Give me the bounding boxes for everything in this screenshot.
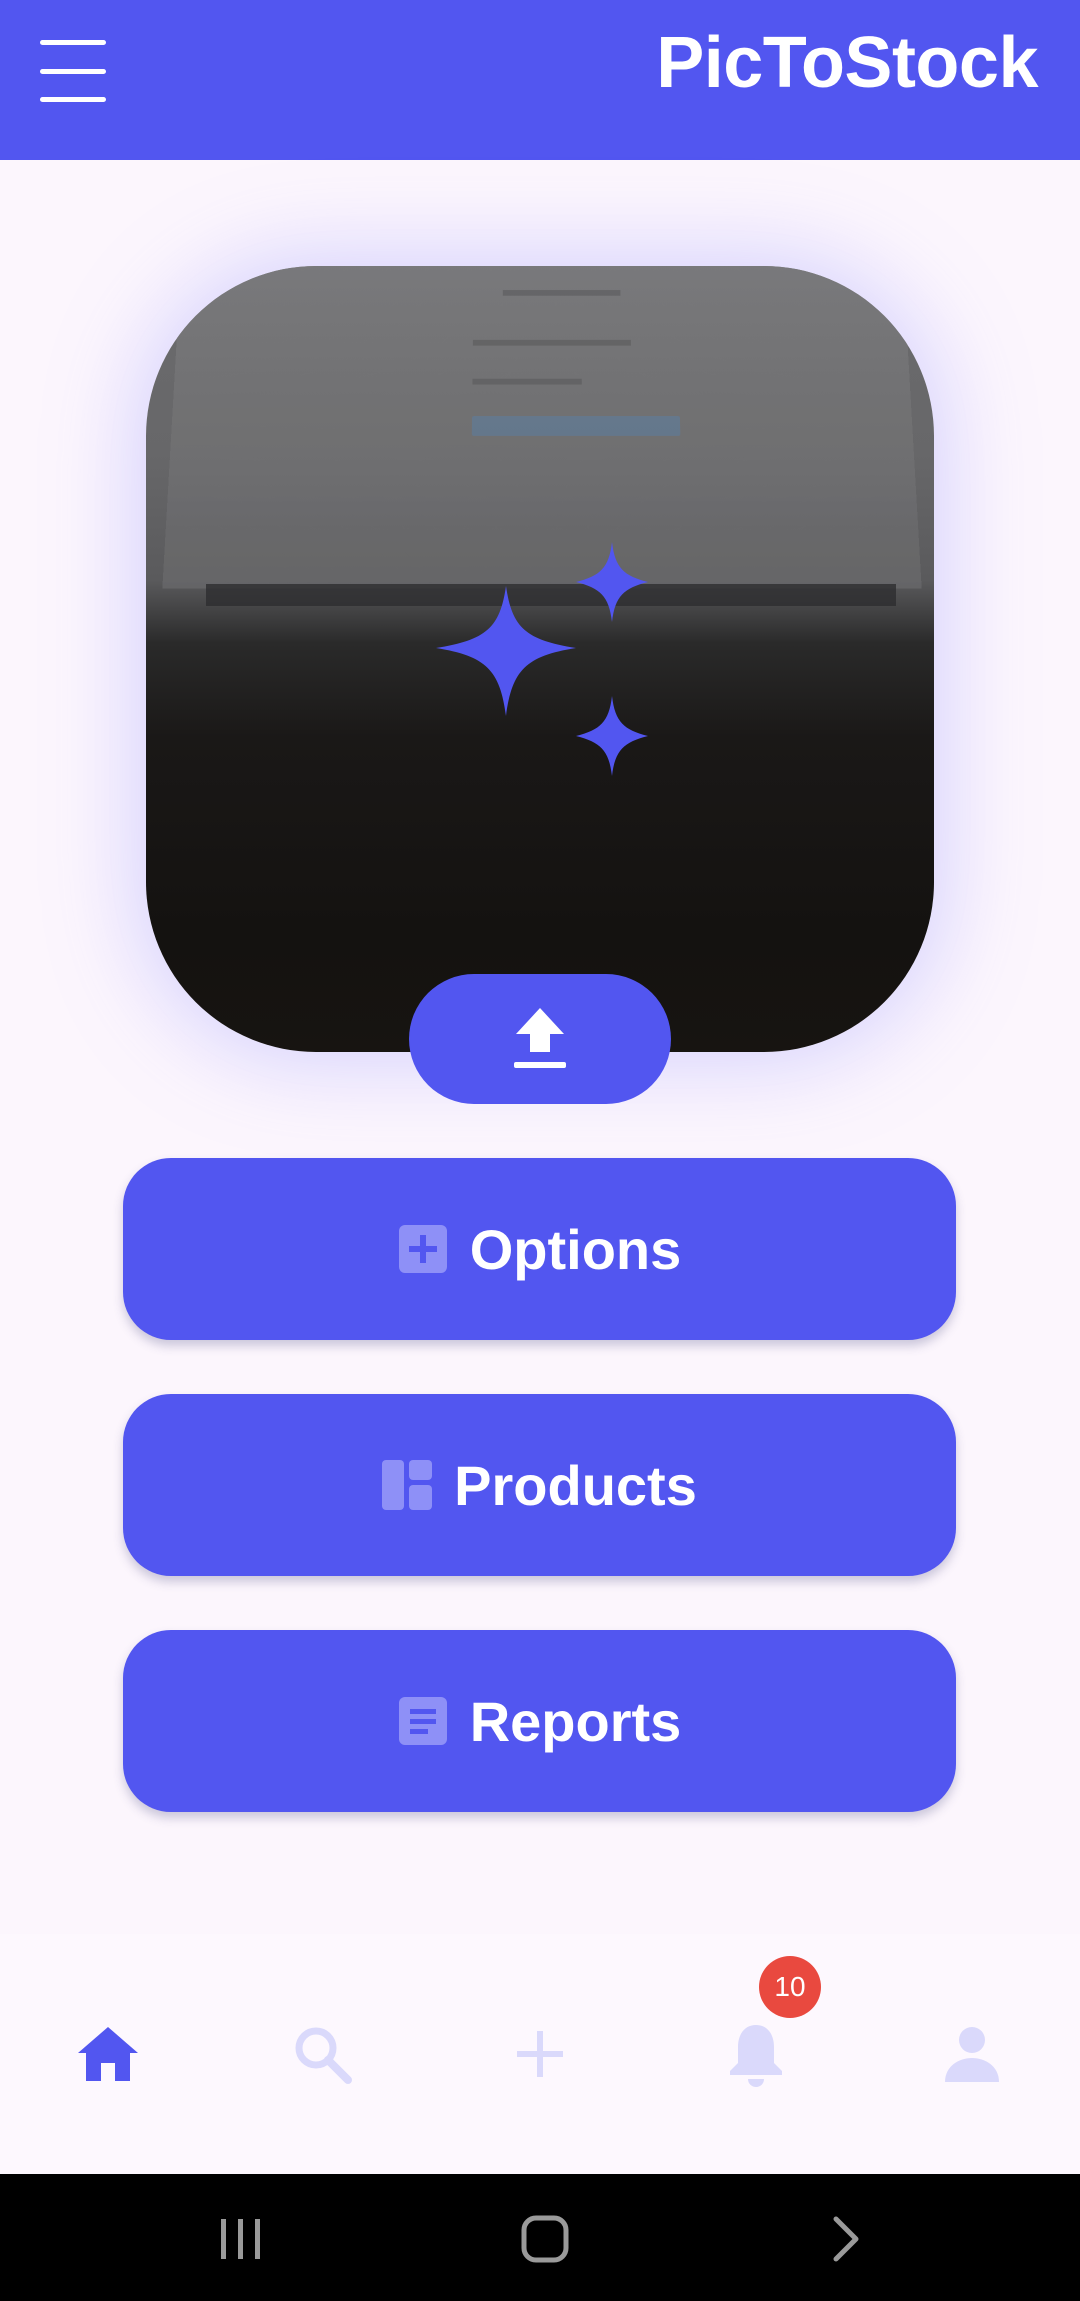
article-icon [398,1696,448,1746]
reports-button[interactable]: Reports [123,1630,956,1812]
upload-icon [510,1006,570,1072]
home-square-icon[interactable] [510,2204,580,2274]
options-button[interactable]: Options [123,1158,956,1340]
person-icon [943,2026,1001,2082]
photo-text-line [472,379,581,385]
nav-notifications[interactable] [706,2004,806,2104]
plus-icon [515,2029,565,2079]
products-button[interactable]: Products [123,1394,956,1576]
app-title: PicToStock [656,22,1038,104]
add-box-icon [398,1224,448,1274]
photo-text-line [473,340,631,346]
options-label: Options [470,1217,682,1282]
notification-badge: 10 [759,1956,821,2018]
app-bar: PicToStock [0,0,1080,160]
nav-add[interactable] [490,2004,590,2104]
nav-profile[interactable] [922,2004,1022,2104]
photo-preview[interactable] [146,266,934,1052]
system-navigation-bar [0,2174,1080,2301]
nav-search[interactable] [272,2004,372,2104]
bell-icon [728,2021,784,2087]
upload-button[interactable] [409,974,671,1104]
recents-icon[interactable] [206,2204,276,2274]
home-icon [76,2025,140,2083]
sparkles-icon [430,536,670,776]
back-chevron-icon[interactable] [812,2204,882,2274]
dashboard-icon [382,1460,432,1510]
nav-home[interactable] [58,2004,158,2104]
photo-screen-button [472,416,680,436]
hamburger-menu-icon[interactable] [40,38,106,104]
reports-label: Reports [470,1689,682,1754]
products-label: Products [454,1453,697,1518]
photo-text-line [503,290,621,296]
search-icon [292,2024,352,2084]
bottom-navigation [0,1934,1080,2174]
